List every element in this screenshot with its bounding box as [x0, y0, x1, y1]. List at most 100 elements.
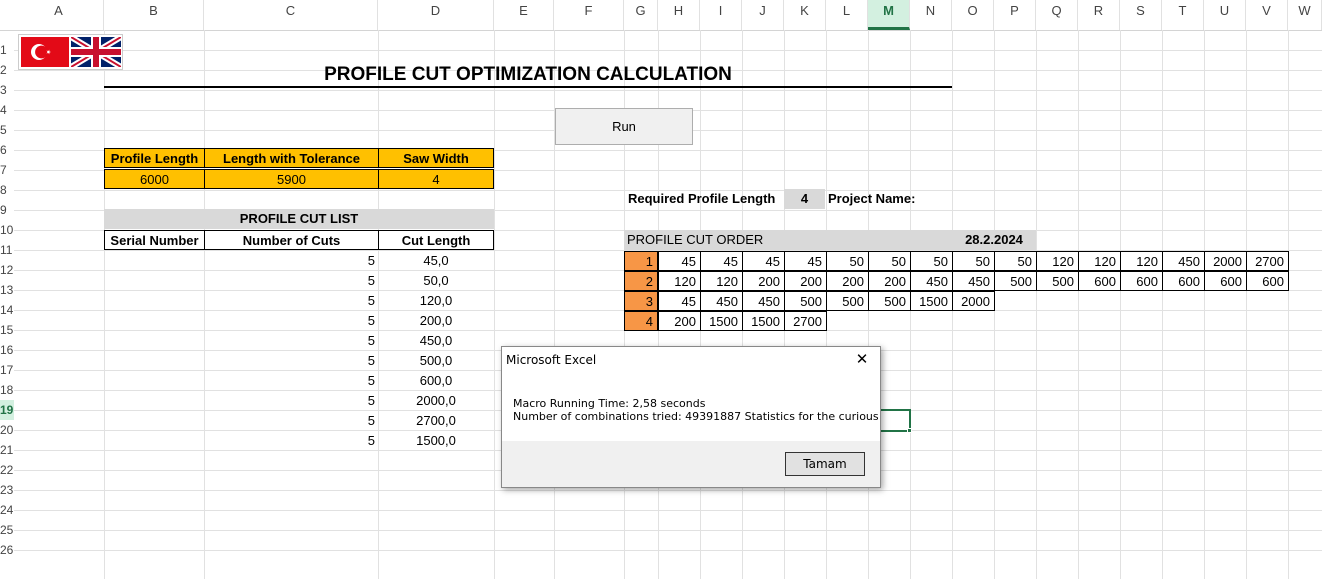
param-value[interactable]: 6000	[104, 169, 205, 189]
column-header-b[interactable]: B	[104, 0, 204, 30]
row-header-18[interactable]: 18	[0, 380, 14, 400]
cut-length-cell[interactable]: 450,0	[378, 331, 494, 351]
order-cut-cell[interactable]: 200	[742, 271, 785, 291]
cut-count-cell[interactable]: 5	[204, 251, 379, 271]
order-cut-cell[interactable]: 450	[952, 271, 995, 291]
cut-count-cell[interactable]: 5	[204, 291, 379, 311]
cut-length-cell[interactable]: 45,0	[378, 251, 494, 271]
row-header-3[interactable]: 3	[0, 80, 14, 100]
row-header-23[interactable]: 23	[0, 480, 14, 500]
order-cut-cell[interactable]: 200	[658, 311, 701, 331]
column-header-n[interactable]: N	[910, 0, 952, 30]
row-header-5[interactable]: 5	[0, 120, 14, 140]
order-cut-cell[interactable]: 450	[910, 271, 953, 291]
column-header-u[interactable]: U	[1204, 0, 1246, 30]
column-header-p[interactable]: P	[994, 0, 1036, 30]
cut-count-cell[interactable]: 5	[204, 391, 379, 411]
cut-length-cell[interactable]: 600,0	[378, 371, 494, 391]
column-header-i[interactable]: I	[700, 0, 742, 30]
row-header-10[interactable]: 10	[0, 220, 14, 240]
order-cut-cell[interactable]: 500	[784, 291, 827, 311]
cut-count-cell[interactable]: 5	[204, 331, 379, 351]
cut-length-cell[interactable]: 2700,0	[378, 411, 494, 431]
order-cut-cell[interactable]: 1500	[742, 311, 785, 331]
order-cut-cell[interactable]: 45	[658, 251, 701, 271]
row-header-2[interactable]: 2	[0, 60, 14, 80]
fill-handle[interactable]	[907, 428, 912, 433]
row-header-1[interactable]: 1	[0, 40, 14, 60]
row-header-20[interactable]: 20	[0, 420, 14, 440]
column-header-e[interactable]: E	[494, 0, 554, 30]
column-header-f[interactable]: F	[554, 0, 624, 30]
column-header-l[interactable]: L	[826, 0, 868, 30]
order-cut-cell[interactable]: 45	[658, 291, 701, 311]
order-cut-cell[interactable]: 200	[784, 271, 827, 291]
column-header-m[interactable]: M	[868, 0, 910, 30]
order-cut-cell[interactable]: 1500	[700, 311, 743, 331]
order-cut-cell[interactable]: 120	[1036, 251, 1079, 271]
cut-count-cell[interactable]: 5	[204, 431, 379, 451]
row-header-7[interactable]: 7	[0, 160, 14, 180]
column-header-k[interactable]: K	[784, 0, 826, 30]
order-cut-cell[interactable]: 500	[994, 271, 1037, 291]
order-cut-cell[interactable]: 50	[868, 251, 911, 271]
order-cut-cell[interactable]: 2000	[1204, 251, 1247, 271]
order-cut-cell[interactable]: 500	[826, 291, 869, 311]
order-index-cell[interactable]: 4	[624, 311, 658, 331]
column-header-g[interactable]: G	[624, 0, 658, 30]
row-header-9[interactable]: 9	[0, 200, 14, 220]
order-cut-cell[interactable]: 50	[826, 251, 869, 271]
column-header-a[interactable]: A	[14, 0, 104, 30]
row-header-25[interactable]: 25	[0, 520, 14, 540]
required-length-value[interactable]: 4	[784, 189, 825, 209]
row-header-8[interactable]: 8	[0, 180, 14, 200]
row-header-19[interactable]: 19	[0, 400, 14, 420]
order-cut-cell[interactable]: 50	[910, 251, 953, 271]
order-cut-cell[interactable]: 120	[700, 271, 743, 291]
order-cut-cell[interactable]: 600	[1078, 271, 1121, 291]
row-header-4[interactable]: 4	[0, 100, 14, 120]
close-icon[interactable]: ✕	[852, 350, 872, 370]
column-header-d[interactable]: D	[378, 0, 494, 30]
column-header-h[interactable]: H	[658, 0, 700, 30]
order-cut-cell[interactable]: 600	[1120, 271, 1163, 291]
row-header-12[interactable]: 12	[0, 260, 14, 280]
column-header-s[interactable]: S	[1120, 0, 1162, 30]
order-index-cell[interactable]: 2	[624, 271, 658, 291]
order-cut-cell[interactable]: 500	[868, 291, 911, 311]
cut-length-cell[interactable]: 1500,0	[378, 431, 494, 451]
column-header-j[interactable]: J	[742, 0, 784, 30]
cut-length-cell[interactable]: 120,0	[378, 291, 494, 311]
order-cut-cell[interactable]: 2000	[952, 291, 995, 311]
order-cut-cell[interactable]: 120	[1078, 251, 1121, 271]
param-value[interactable]: 5900	[204, 169, 379, 189]
order-cut-cell[interactable]: 120	[1120, 251, 1163, 271]
cut-count-cell[interactable]: 5	[204, 411, 379, 431]
order-cut-cell[interactable]: 120	[658, 271, 701, 291]
column-header-o[interactable]: O	[952, 0, 994, 30]
order-cut-cell[interactable]: 50	[952, 251, 995, 271]
row-header-26[interactable]: 26	[0, 540, 14, 560]
order-cut-cell[interactable]: 600	[1246, 271, 1289, 291]
cut-length-cell[interactable]: 2000,0	[378, 391, 494, 411]
cut-count-cell[interactable]: 5	[204, 351, 379, 371]
order-cut-cell[interactable]: 2700	[784, 311, 827, 331]
column-header-t[interactable]: T	[1162, 0, 1204, 30]
order-cut-cell[interactable]: 500	[1036, 271, 1079, 291]
order-cut-cell[interactable]: 1500	[910, 291, 953, 311]
column-header-c[interactable]: C	[204, 0, 378, 30]
row-header-22[interactable]: 22	[0, 460, 14, 480]
order-cut-cell[interactable]: 45	[784, 251, 827, 271]
param-value[interactable]: 4	[378, 169, 494, 189]
row-header-16[interactable]: 16	[0, 340, 14, 360]
order-index-cell[interactable]: 1	[624, 251, 658, 271]
cut-length-cell[interactable]: 200,0	[378, 311, 494, 331]
row-header-11[interactable]: 11	[0, 240, 14, 260]
order-cut-cell[interactable]: 450	[1162, 251, 1205, 271]
order-cut-cell[interactable]: 600	[1162, 271, 1205, 291]
cut-length-cell[interactable]: 50,0	[378, 271, 494, 291]
cut-length-cell[interactable]: 500,0	[378, 351, 494, 371]
run-button[interactable]: Run	[555, 108, 693, 145]
cut-count-cell[interactable]: 5	[204, 311, 379, 331]
order-index-cell[interactable]: 3	[624, 291, 658, 311]
